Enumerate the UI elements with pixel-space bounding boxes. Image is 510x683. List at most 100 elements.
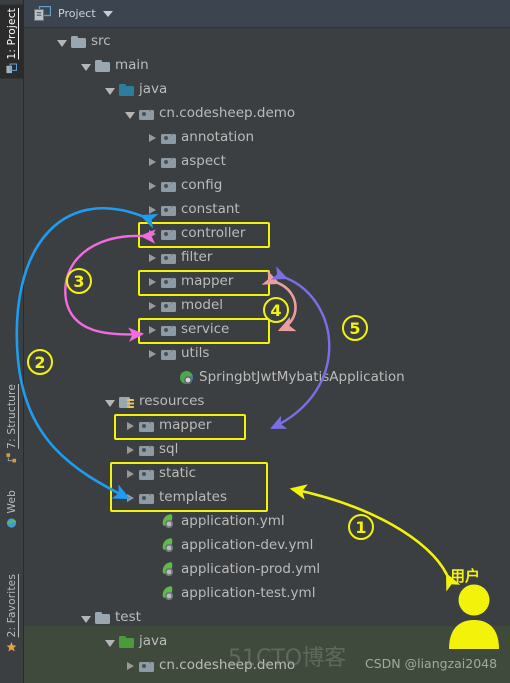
tree-row[interactable]: test [24, 606, 510, 630]
package-icon [161, 155, 176, 170]
chevron-right-icon[interactable] [146, 156, 158, 168]
tree-row-label: static [159, 465, 197, 482]
tree-row[interactable]: filter [24, 246, 510, 270]
package-icon [161, 251, 176, 266]
tree-row[interactable]: sql [24, 438, 510, 462]
tree-row-label: mapper [159, 417, 212, 434]
tree-row[interactable]: application-test.yml [24, 582, 510, 606]
package-icon [139, 659, 154, 674]
tree-row[interactable]: application.yml [24, 510, 510, 534]
resources-icon [119, 395, 134, 410]
tree-row[interactable]: templates [24, 486, 510, 510]
spacer-icon [146, 540, 158, 552]
tree-row[interactable]: application-dev.yml [24, 534, 510, 558]
chevron-right-icon[interactable] [146, 180, 158, 192]
chevron-down-icon[interactable] [124, 108, 136, 120]
tree-row-label: java [139, 81, 168, 98]
star-icon [7, 641, 17, 652]
tree-row[interactable]: java [24, 630, 510, 654]
chevron-right-icon[interactable] [146, 276, 158, 288]
chevron-right-icon[interactable] [146, 132, 158, 144]
tree-row[interactable]: utils [24, 342, 510, 366]
chevron-right-icon[interactable] [146, 228, 158, 240]
chevron-down-icon[interactable] [104, 396, 116, 408]
project-view-icon[interactable] [34, 6, 51, 21]
sidebar-item-structure[interactable]: 7: Structure [0, 380, 24, 468]
folder-test-icon [119, 635, 134, 650]
package-icon [139, 443, 154, 458]
tree-row-label: application-test.yml [181, 585, 316, 602]
chevron-right-icon[interactable] [124, 660, 136, 672]
package-icon [161, 347, 176, 362]
sidebar-item-web[interactable]: Web [0, 486, 24, 533]
project-toolbar: Project [24, 0, 510, 28]
tree-row-label: config [181, 177, 223, 194]
sidebar-item-favorites[interactable]: 2: Favorites [0, 570, 24, 656]
chevron-right-icon[interactable] [146, 348, 158, 360]
toolbar-title: Project [58, 7, 96, 20]
chevron-right-icon[interactable] [146, 204, 158, 216]
chevron-right-icon[interactable] [146, 252, 158, 264]
chevron-down-icon[interactable] [104, 84, 116, 96]
sidebar-item-project[interactable]: 1: Project [0, 4, 24, 79]
tree-row-label: cn.codesheep.demo [159, 657, 296, 674]
tree-row[interactable]: mapper [24, 270, 510, 294]
chevron-right-icon[interactable] [124, 468, 136, 480]
folder-icon [95, 611, 110, 626]
chevron-right-icon[interactable] [124, 420, 136, 432]
tree-row[interactable]: constant [24, 198, 510, 222]
spacer-icon [164, 372, 176, 384]
chevron-down-icon[interactable] [56, 36, 68, 48]
tree-row[interactable]: src [24, 30, 510, 54]
tree-row-label: model [181, 297, 224, 314]
tree-row-label: filter [181, 249, 213, 266]
tree-row[interactable]: static [24, 462, 510, 486]
tree-row-label: java [139, 633, 168, 650]
package-icon [161, 131, 176, 146]
package-icon [161, 227, 176, 242]
package-icon [161, 323, 176, 338]
tree-row-label: templates [159, 489, 227, 506]
tree-row[interactable]: cn.codesheep.demo [24, 654, 510, 678]
package-icon [139, 107, 154, 122]
tree-row[interactable]: mapper [24, 414, 510, 438]
chevron-right-icon[interactable] [124, 444, 136, 456]
package-icon [139, 419, 154, 434]
structure-icon [6, 453, 17, 463]
tree-row-label: main [115, 57, 149, 74]
project-icon [6, 63, 18, 74]
tree-row-label: sql [159, 441, 179, 458]
package-icon [161, 179, 176, 194]
tree-row-label: cn.codesheep.demo [159, 105, 296, 122]
ide-project-window: 1: Project 7: Structure Web 2: Favorites [0, 0, 510, 683]
tree-row-label: src [91, 33, 111, 50]
tree-row[interactable]: model [24, 294, 510, 318]
tree-row[interactable]: main [24, 54, 510, 78]
folder-icon [95, 59, 110, 74]
chevron-right-icon[interactable] [146, 324, 158, 336]
chevron-down-icon[interactable] [104, 636, 116, 648]
chevron-down-icon[interactable] [102, 10, 113, 17]
tree-row[interactable]: java [24, 78, 510, 102]
tree-row[interactable]: controller [24, 222, 510, 246]
project-tree[interactable]: src main java cn.codesheep.demo annotation as… [24, 28, 510, 683]
tree-row[interactable]: SpringbtJwtMybatisApplication [24, 366, 510, 390]
folder-icon [71, 35, 86, 50]
chevron-down-icon[interactable] [80, 60, 92, 72]
tree-row[interactable]: cn.codesheep.demo [24, 102, 510, 126]
tree-row[interactable]: aspect [24, 150, 510, 174]
tree-row-label: controller [181, 225, 246, 242]
tree-row[interactable]: resources [24, 390, 510, 414]
tree-row[interactable]: annotation [24, 126, 510, 150]
chevron-right-icon[interactable] [124, 492, 136, 504]
yml-icon [161, 563, 176, 578]
tree-row[interactable]: service [24, 318, 510, 342]
tree-row-label: test [115, 609, 141, 626]
tree-row[interactable]: config [24, 174, 510, 198]
sidebar-item-project-label: 1: Project [6, 8, 18, 60]
tree-row[interactable]: application-prod.yml [24, 558, 510, 582]
chevron-down-icon[interactable] [80, 612, 92, 624]
package-icon [161, 299, 176, 314]
chevron-right-icon[interactable] [146, 300, 158, 312]
tree-row-label: mapper [181, 273, 234, 290]
